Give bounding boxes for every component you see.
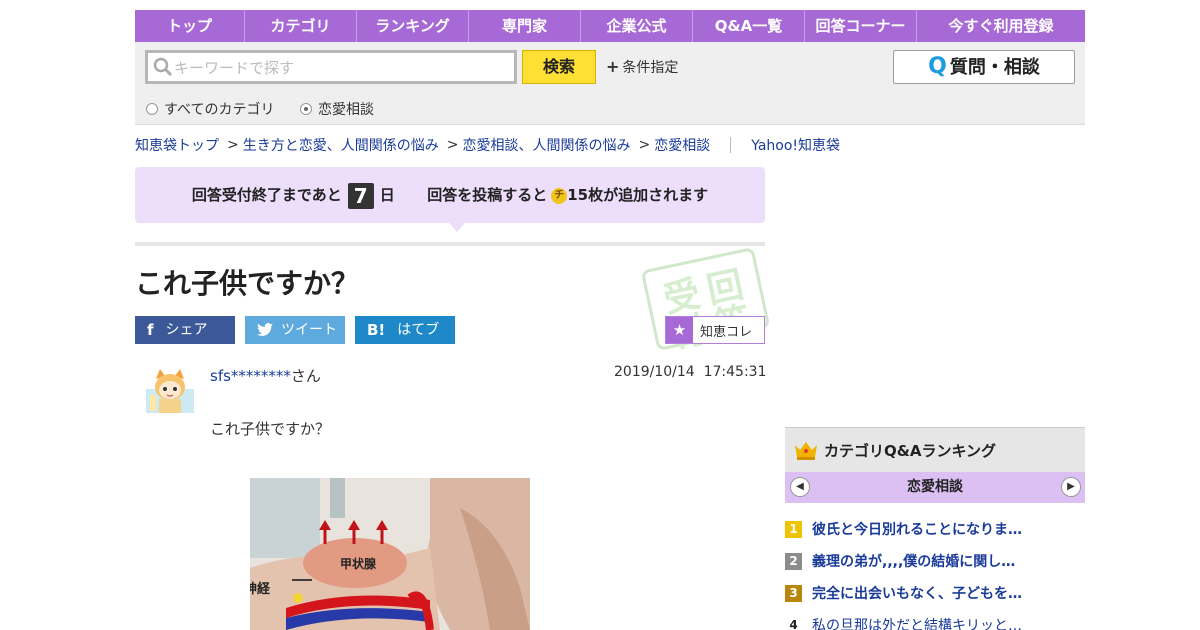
nav-item[interactable]: Q&A一覧 bbox=[693, 10, 805, 42]
radio-cat-label: 恋愛相談 bbox=[318, 102, 374, 118]
nav-item[interactable]: ランキング bbox=[357, 10, 469, 42]
question-author: sfs********さん bbox=[210, 365, 321, 386]
question-title: これ子供ですか？ bbox=[135, 267, 360, 300]
notice-suffix: 15枚が追加されます bbox=[567, 186, 709, 204]
facebook-share-label: シェア bbox=[165, 322, 208, 338]
rank-number: 4 bbox=[789, 617, 798, 630]
page: トップ カテゴリ ランキング 専門家 企業公式 Q&A一覧 回答コーナー 今すぐ利用登録 キー… bbox=[0, 0, 1200, 630]
notice-day-unit: 日 bbox=[379, 186, 395, 204]
question-attached-image[interactable]: 甲状腺 反回神経 bbox=[250, 478, 530, 630]
ranking-item-link[interactable]: 完全に出会いもなく、子どもを… bbox=[812, 583, 1022, 603]
breadcrumb-separator: > bbox=[446, 137, 459, 153]
rank-number: 2 bbox=[785, 552, 802, 570]
ranking-item-link[interactable]: 私の旦那は外だと結構キリッと… bbox=[812, 615, 1022, 630]
ask-question-button[interactable]: Q 質問・相談 bbox=[893, 50, 1075, 84]
chie-collection-button[interactable]: ★ 知恵コレ bbox=[665, 316, 765, 344]
ranking-item[interactable]: 1 彼氏と今日別れることになりま… bbox=[785, 519, 1085, 539]
hatena-label: はてブ bbox=[397, 322, 440, 338]
breadcrumb: 知恵袋トップ > 生き方と恋愛、人間関係の悩み > 恋愛相談、人間関係の悩み >… bbox=[135, 135, 840, 155]
breadcrumb-divider bbox=[730, 137, 732, 153]
radio-button-selected[interactable] bbox=[300, 103, 312, 115]
breadcrumb-separator: > bbox=[638, 137, 651, 153]
category-ranking-title: カテゴリQ&Aランキング bbox=[824, 441, 996, 460]
image-label-nerve: 反回神経 bbox=[250, 581, 271, 596]
ask-question-label: 質問・相談 bbox=[949, 57, 1040, 78]
ranking-item-link[interactable]: 義理の弟が,,,,僕の結婚に関し… bbox=[812, 551, 1015, 571]
coin-icon: チ bbox=[551, 187, 568, 204]
neck-anatomy-illustration: 甲状腺 bbox=[250, 478, 530, 630]
category-ranking-header: カテゴリQ&Aランキング bbox=[785, 427, 1085, 472]
search-placeholder: キーワードで探す bbox=[174, 59, 295, 77]
plus-icon: + bbox=[606, 57, 620, 76]
question-body: これ子供ですか？ bbox=[210, 420, 331, 438]
question-time: 17:45:31 bbox=[703, 364, 767, 380]
nav-item[interactable]: 回答コーナー bbox=[805, 10, 917, 42]
twitter-share-button[interactable]: ツイート bbox=[245, 316, 345, 344]
ranking-item[interactable]: 2 義理の弟が,,,,僕の結婚に関し… bbox=[785, 551, 1085, 571]
ranking-category-label: 恋愛相談 bbox=[907, 479, 963, 495]
chevron-right-icon[interactable]: ▶ bbox=[1061, 477, 1081, 497]
ranking-item[interactable]: 4 私の旦那は外だと結構キリッと… bbox=[785, 615, 1085, 630]
notice-days: 7 bbox=[347, 182, 374, 209]
star-icon: ★ bbox=[666, 317, 693, 343]
nav-item[interactable]: トップ bbox=[135, 10, 245, 42]
nav-item[interactable]: 企業公式 bbox=[581, 10, 693, 42]
twitter-icon bbox=[257, 323, 273, 336]
breadcrumb-level2[interactable]: 恋愛相談、人間関係の悩み bbox=[462, 135, 630, 155]
notice-middle: 回答を投稿すると bbox=[427, 186, 548, 204]
hatena-bookmark-button[interactable]: B! はてブ bbox=[355, 316, 455, 344]
search-button[interactable]: 検索 bbox=[522, 50, 596, 84]
twitter-share-label: ツイート bbox=[281, 322, 337, 338]
breadcrumb-home[interactable]: 知恵袋トップ bbox=[135, 135, 219, 155]
rank-number: 3 bbox=[785, 584, 802, 602]
ranking-item[interactable]: 3 完全に出会いもなく、子どもを… bbox=[785, 583, 1085, 603]
search-input[interactable]: キーワードで探す bbox=[145, 50, 517, 84]
facebook-share-button[interactable]: f シェア bbox=[135, 316, 235, 344]
global-nav: トップ カテゴリ ランキング 専門家 企業公式 Q&A一覧 回答コーナー 今すぐ利用登録 bbox=[135, 10, 1085, 42]
chevron-left-icon[interactable]: ◀ bbox=[790, 477, 810, 497]
rank-number: 1 bbox=[785, 520, 802, 538]
radio-all-categories[interactable]: すべてのカテゴリ bbox=[146, 99, 274, 119]
radio-all-label: すべてのカテゴリ bbox=[164, 102, 275, 118]
ranking-category-selector: ◀ 恋愛相談 ▶ bbox=[785, 472, 1085, 503]
ranking-item-link[interactable]: 彼氏と今日別れることになりま… bbox=[812, 519, 1022, 539]
nav-item[interactable]: 専門家 bbox=[469, 10, 581, 42]
author-honorific: さん bbox=[290, 367, 321, 385]
breadcrumb-level3[interactable]: 恋愛相談 bbox=[654, 135, 710, 155]
author-name-link[interactable]: sfs******** bbox=[210, 367, 291, 385]
search-area: キーワードで探す 検索 + 条件指定 Q 質問・相談 すべてのカテゴリ 恋愛相談 bbox=[135, 42, 1085, 125]
divider bbox=[135, 242, 765, 246]
search-icon bbox=[153, 57, 173, 77]
notice-prefix: 回答受付終了まであと bbox=[191, 186, 342, 204]
breadcrumb-separator: > bbox=[227, 137, 239, 153]
avatar[interactable] bbox=[146, 365, 194, 413]
radio-button[interactable] bbox=[146, 103, 158, 115]
notice-pointer bbox=[449, 223, 465, 232]
facebook-icon: f bbox=[147, 321, 154, 339]
question-date: 2019/10/14 bbox=[614, 364, 695, 380]
breadcrumb-brand-link[interactable]: Yahoo!知恵袋 bbox=[751, 135, 840, 155]
nav-item[interactable]: 今すぐ利用登録 bbox=[917, 10, 1085, 42]
search-conditions-link[interactable]: + 条件指定 bbox=[606, 57, 678, 77]
search-conditions-label: 条件指定 bbox=[622, 60, 679, 76]
nav-item[interactable]: カテゴリ bbox=[245, 10, 357, 42]
crown-icon bbox=[795, 442, 817, 460]
q-icon: Q bbox=[928, 54, 947, 79]
hatena-icon: B! bbox=[367, 321, 386, 339]
image-label-gland: 甲状腺 bbox=[340, 556, 377, 571]
chie-collection-label: 知恵コレ bbox=[700, 324, 753, 340]
answer-deadline-notice: 回答受付終了まであと 7 日 回答を投稿するとチ 15枚が追加されます bbox=[135, 167, 765, 223]
radio-current-category[interactable]: 恋愛相談 bbox=[300, 99, 374, 119]
breadcrumb-level1[interactable]: 生き方と恋愛、人間関係の悩み bbox=[243, 135, 439, 155]
question-timestamp: 2019/10/14 17:45:31 bbox=[614, 364, 767, 380]
